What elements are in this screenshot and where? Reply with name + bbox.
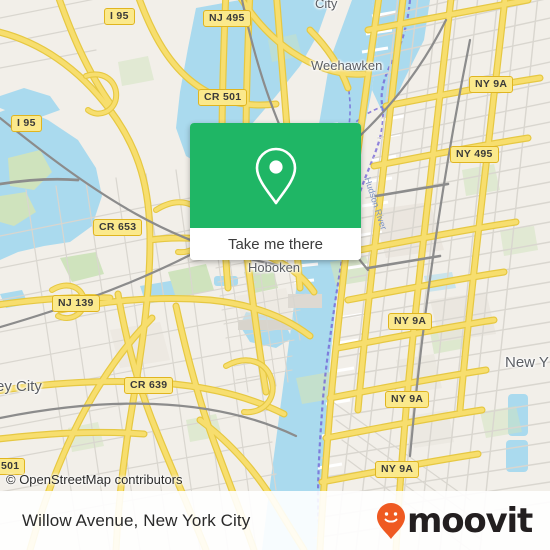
page-title: Willow Avenue, New York City [22, 510, 251, 530]
moovit-logo[interactable]: moovit [376, 500, 533, 541]
map-vector: .w { fill:#aadaee; } .land{ fill:#f2efe9… [0, 0, 550, 550]
card-pin-area [190, 123, 361, 228]
road-shield: NY 9A [469, 76, 514, 93]
road-shield: NJ 139 [52, 295, 100, 312]
road-shield: I 95 [104, 8, 135, 25]
destination-card[interactable]: Take me there [190, 123, 361, 260]
road-shield: CR 501 [198, 89, 248, 106]
map-place-label: ey City [0, 378, 42, 395]
footer-bar: Willow Avenue, New York City moovit [0, 491, 550, 550]
take-me-there-button[interactable]: Take me there [190, 228, 361, 260]
road-shield: NY 495 [450, 146, 499, 163]
road-shield: I 95 [11, 115, 42, 132]
map-place-label: Weehawken [311, 58, 383, 73]
road-shield: NY 9A [385, 391, 430, 408]
map-place-label: New Y [505, 354, 549, 371]
map-pin-icon [255, 147, 296, 204]
moovit-wordmark: moovit [406, 500, 533, 541]
map-place-label: City [315, 0, 338, 11]
road-shield: CR 639 [124, 377, 174, 394]
road-shield: NY 9A [388, 313, 433, 330]
road-shield: NY 9A [375, 461, 420, 478]
road-shield: CR 653 [93, 219, 143, 236]
moovit-smiley-pin-icon [376, 502, 405, 539]
take-me-there-label: Take me there [227, 235, 324, 253]
road-shield: NJ 495 [203, 10, 251, 27]
map-canvas[interactable]: .w { fill:#aadaee; } .land{ fill:#f2efe9… [0, 0, 550, 550]
screenshot-root: .w { fill:#aadaee; } .land{ fill:#f2efe9… [0, 0, 550, 550]
map-place-label: Hoboken [248, 260, 301, 275]
osm-attribution[interactable]: © OpenStreetMap contributors [6, 472, 183, 487]
